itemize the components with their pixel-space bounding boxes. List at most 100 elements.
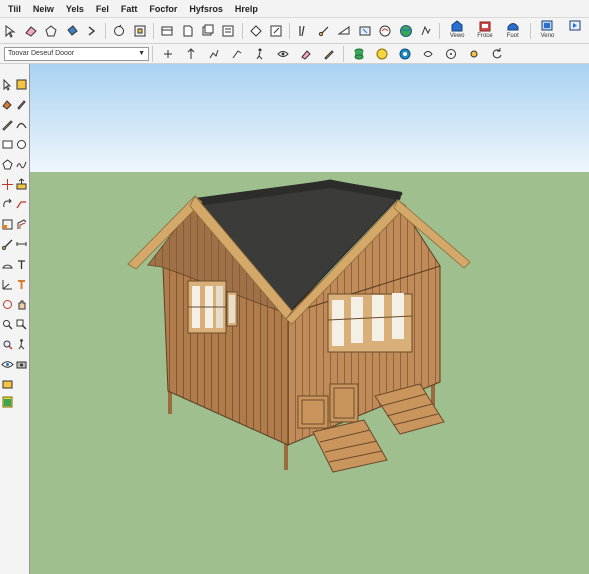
follow-me-button[interactable] [205,45,222,62]
warehouse-button[interactable] [399,22,413,39]
group-button[interactable] [180,22,194,39]
move-tool-button[interactable] [85,22,99,39]
tool-pan[interactable] [15,298,28,311]
tool-push-pull[interactable] [15,178,28,191]
polygon-icon [45,24,57,36]
tool-zoom-window[interactable] [15,318,28,331]
tool-protractor[interactable] [1,258,14,271]
view-front-label: Froce [477,32,493,39]
section-button[interactable] [358,22,372,39]
tool-follow-me[interactable] [15,198,28,211]
dimension-button[interactable] [296,22,310,39]
menu-item-7[interactable]: Hyfsros [187,3,225,15]
scene-button[interactable] [563,19,587,43]
tool-scale[interactable] [1,218,14,231]
tool-line[interactable] [1,118,14,131]
iso-house-icon [451,19,463,31]
zoom-window-icon [16,319,27,330]
offset-button[interactable] [228,45,245,62]
layers-icon [202,24,214,35]
tool-axes[interactable] [1,278,14,291]
rotate-icon [114,24,125,36]
tool-move[interactable] [1,178,14,191]
tool-orbit[interactable] [1,298,14,311]
tape-button[interactable] [317,22,331,39]
menu-item-8[interactable]: Hrelp [233,3,260,15]
tool-3d-text[interactable] [15,278,28,291]
menu-item-3[interactable]: Yels [64,3,86,15]
protractor-button[interactable] [337,22,351,39]
rotate-2-button[interactable] [488,45,505,62]
menu-item-4[interactable]: Fel [94,3,111,15]
flip-button[interactable] [419,45,436,62]
tool-component[interactable] [15,78,28,91]
rotate-icon [3,198,12,208]
tool-position-camera[interactable] [15,358,28,371]
eraser-2-button[interactable] [297,45,314,62]
menu-item-1[interactable]: Tiil [6,3,23,15]
sun-button[interactable] [465,45,482,62]
hand-icon [18,300,26,310]
select-tool-button[interactable] [3,22,17,39]
sun-icon [470,50,477,57]
rotate-tool-button[interactable] [112,22,126,39]
component-box-icon [16,79,27,90]
window-icon [541,20,553,30]
menu-item-2[interactable]: Neiw [31,3,56,15]
sphere-button[interactable] [373,45,390,62]
protractor-icon [2,264,13,269]
arc-icon [16,122,27,129]
scene-icon [569,20,581,30]
tool-eraser[interactable] [15,98,28,111]
tool-polygon[interactable] [1,158,14,171]
layer-button[interactable] [201,22,215,39]
style-dropdown[interactable]: Toovar Deseuf Dooor ▼ [4,46,149,61]
edit-button[interactable] [269,22,283,39]
tool-walk[interactable] [15,338,28,351]
view-foot-button[interactable]: Fuot [501,19,525,43]
orbit-button[interactable] [378,22,392,39]
look-around-icon [276,50,289,57]
push-pull-button[interactable] [182,45,199,62]
tool-freehand[interactable] [15,158,28,171]
model-viewport[interactable] [30,64,589,574]
polygon-icon [2,159,13,170]
view-iso-button[interactable]: Vewo [445,19,469,43]
walk-button[interactable] [251,45,268,62]
look-button[interactable] [274,45,291,62]
eraser-tool-button[interactable] [23,22,37,39]
tool-arc[interactable] [15,118,28,131]
menu-bar: Tiil Neiw Yels Fel Fatt Focfor Hyfsros H… [0,0,589,18]
eraser-small-icon [300,49,311,60]
outliner-button[interactable] [221,22,235,39]
tool-zoom-extents[interactable] [1,338,14,351]
polygon-tool-button[interactable] [44,22,58,39]
scale-tool-button[interactable] [133,22,147,39]
tool-section[interactable] [1,378,14,391]
tool-tape[interactable] [1,238,14,251]
menu-item-5[interactable]: Fatt [119,3,140,15]
circle-tool-button[interactable] [442,45,459,62]
component-button[interactable] [160,22,174,39]
axes-button[interactable] [159,45,176,62]
tool-circle[interactable] [15,138,28,151]
end-button[interactable]: Veno [536,19,560,43]
tool-rectangle[interactable] [1,138,14,151]
tool-select[interactable] [1,78,14,91]
pencil-button[interactable] [320,45,337,62]
spiral-button[interactable] [396,45,413,62]
tool-rotate[interactable] [1,198,14,211]
tool-text[interactable] [15,258,28,271]
shapes-button[interactable] [249,22,263,39]
view-front-button[interactable]: Froce [473,19,497,43]
share-button[interactable] [419,22,433,39]
menu-item-6[interactable]: Focfor [147,3,179,15]
tool-zoom[interactable] [1,318,14,331]
tool-paint[interactable] [1,98,14,111]
texture-button[interactable] [350,45,367,62]
tool-dimension[interactable] [15,238,28,251]
tool-sandbox[interactable] [1,395,14,408]
tool-look-around[interactable] [1,358,14,371]
tool-offset[interactable] [15,218,28,231]
paint-tool-button[interactable] [64,22,78,39]
